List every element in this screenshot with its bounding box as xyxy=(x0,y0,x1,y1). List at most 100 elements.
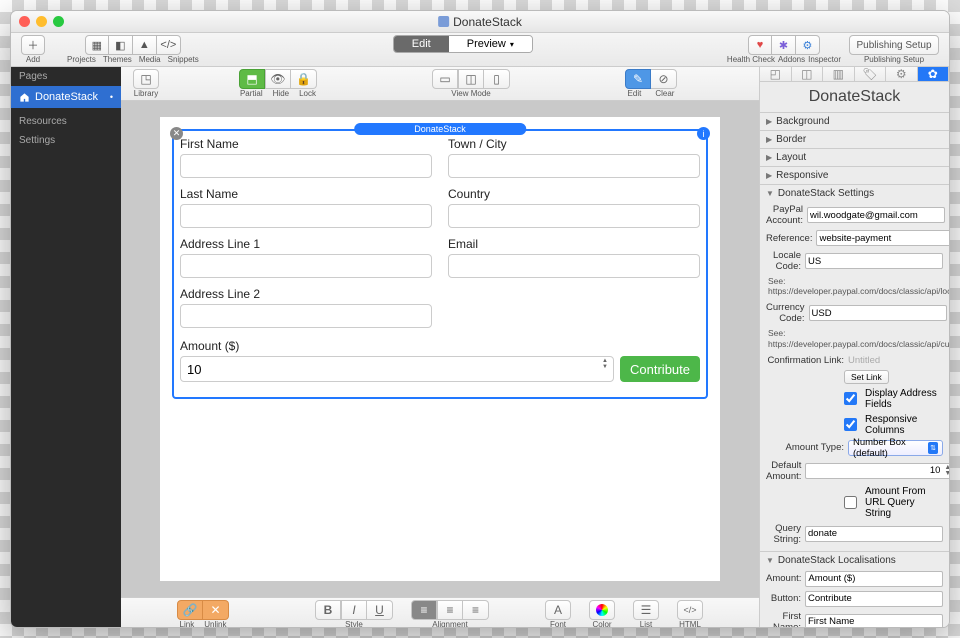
info-icon[interactable]: i xyxy=(697,127,710,140)
paypal-input[interactable] xyxy=(807,207,945,223)
font-button[interactable]: A xyxy=(545,600,571,620)
publishing-setup-button[interactable]: Publishing Setup xyxy=(849,35,939,55)
home-icon xyxy=(19,92,30,103)
edit-mode[interactable]: Edit xyxy=(394,36,449,52)
sidebar-settings[interactable]: Settings xyxy=(11,131,121,150)
loc-amount-input[interactable] xyxy=(805,571,943,587)
disclosure-icon: ▶ xyxy=(766,117,772,126)
amount-from-query-checkbox[interactable] xyxy=(844,496,857,509)
currency-input[interactable] xyxy=(809,305,947,321)
mode-segment[interactable]: Edit Preview▾ xyxy=(393,35,533,53)
zoom-window[interactable] xyxy=(53,16,64,27)
last-name-input[interactable] xyxy=(180,204,432,228)
align-center-button[interactable]: ≡ xyxy=(437,600,463,620)
email-label: Email xyxy=(448,237,478,251)
loc-button-label: Button: xyxy=(766,593,801,604)
align-right-button[interactable]: ≡ xyxy=(463,600,489,620)
color-button[interactable] xyxy=(589,600,615,620)
confirm-label: Confirmation Link: xyxy=(766,355,844,366)
section-border[interactable]: ▶Border xyxy=(760,130,949,148)
block-edit-button[interactable]: ✎ xyxy=(625,69,651,89)
sidebar-page-donatestack[interactable]: DonateStack • xyxy=(11,86,121,108)
window-title: DonateStack xyxy=(438,15,522,29)
projects-button[interactable]: ▦ xyxy=(85,35,109,55)
address1-input[interactable] xyxy=(180,254,432,278)
sidebar-resources[interactable]: Resources xyxy=(11,112,121,131)
sidebar-pages-header: Pages xyxy=(11,67,121,86)
partial-button[interactable]: ⬒ xyxy=(239,69,265,89)
inspector-tab-5[interactable]: ⚙ xyxy=(886,67,918,81)
inspector-button[interactable]: ⚙ xyxy=(796,35,820,55)
window-controls xyxy=(19,16,64,27)
preview-mode[interactable]: Preview▾ xyxy=(449,36,532,52)
inspector-tab-1[interactable]: ◰ xyxy=(760,67,792,81)
list-button[interactable]: ☰ xyxy=(633,600,659,620)
canvas[interactable]: ✕ DonateStack i First Name Last Name Add… xyxy=(121,101,759,597)
query-string-label: Query String: xyxy=(766,523,801,545)
address2-input[interactable] xyxy=(180,304,432,328)
country-input[interactable] xyxy=(448,204,700,228)
address1-label: Address Line 1 xyxy=(180,237,260,251)
close-icon[interactable]: ✕ xyxy=(170,127,183,140)
minimize-window[interactable] xyxy=(36,16,47,27)
confirm-placeholder: Untitled xyxy=(848,355,880,366)
viewmode-3[interactable]: ▯ xyxy=(484,69,510,89)
italic-button[interactable]: I xyxy=(341,600,367,620)
stepper-icon[interactable]: ▲▼ xyxy=(944,465,949,476)
lock-button[interactable]: 🔒 xyxy=(291,69,317,89)
loc-first-input[interactable] xyxy=(805,614,943,627)
hide-button[interactable]: 👁 xyxy=(265,69,291,89)
inspector-tab-6[interactable]: ✿ xyxy=(918,67,950,81)
contribute-button[interactable]: Contribute xyxy=(620,356,700,382)
section-layout[interactable]: ▶Layout xyxy=(760,148,949,166)
loc-button-input[interactable] xyxy=(805,591,943,607)
addons-button[interactable]: ✱ xyxy=(772,35,796,55)
set-link-button[interactable]: Set Link xyxy=(844,370,889,384)
viewmode-2[interactable]: ◫ xyxy=(458,69,484,89)
section-settings[interactable]: ▼DonateStack Settings xyxy=(760,184,949,202)
viewmode-1[interactable]: ▭ xyxy=(432,69,458,89)
town-label: Town / City xyxy=(448,137,507,151)
health-check-button[interactable]: ♥ xyxy=(748,35,772,55)
country-label: Country xyxy=(448,187,490,201)
responsive-columns-checkbox[interactable] xyxy=(844,418,857,431)
library-button[interactable]: ◳ xyxy=(133,69,159,89)
amount-stepper[interactable]: ▲▼ xyxy=(602,358,612,370)
amount-input[interactable] xyxy=(180,356,614,382)
loc-first-label: First Name: xyxy=(766,611,801,627)
section-localisations[interactable]: ▼DonateStack Localisations xyxy=(760,551,949,569)
link-button[interactable]: 🔗 xyxy=(177,600,203,620)
add-group: ＋ Add xyxy=(21,35,45,64)
underline-button[interactable]: U xyxy=(367,600,393,620)
block-title-handle[interactable]: DonateStack xyxy=(354,123,526,135)
html-button[interactable]: </> xyxy=(677,600,703,620)
media-button[interactable]: ▲ xyxy=(133,35,157,55)
amount-label: Amount ($) xyxy=(180,339,239,353)
locale-input[interactable] xyxy=(805,253,943,269)
add-button[interactable]: ＋ xyxy=(21,35,45,55)
first-name-input[interactable] xyxy=(180,154,432,178)
block-clear-button[interactable]: ⊘ xyxy=(651,69,677,89)
section-background[interactable]: ▶Background xyxy=(760,112,949,130)
disclosure-icon: ▼ xyxy=(766,556,774,565)
bold-button[interactable]: B xyxy=(315,600,341,620)
display-address-checkbox[interactable] xyxy=(844,392,857,405)
unlink-button[interactable]: ✕ xyxy=(203,600,229,620)
themes-button[interactable]: ◧ xyxy=(109,35,133,55)
query-string-input[interactable] xyxy=(805,526,943,542)
inspector-tab-3[interactable]: ▥ xyxy=(823,67,855,81)
inspector: ◰ ◫ ▥ 🏷 ⚙ ✿ DonateStack ▶Background ▶Bor… xyxy=(759,67,949,627)
snippets-button[interactable]: </> xyxy=(157,35,181,55)
inspector-tab-2[interactable]: ◫ xyxy=(792,67,824,81)
email-input[interactable] xyxy=(448,254,700,278)
town-input[interactable] xyxy=(448,154,700,178)
section-responsive[interactable]: ▶Responsive xyxy=(760,166,949,184)
close-window[interactable] xyxy=(19,16,30,27)
reference-input[interactable] xyxy=(816,230,949,246)
chevron-updown-icon: ⇅ xyxy=(928,442,938,454)
donatestack-block[interactable]: ✕ DonateStack i First Name Last Name Add… xyxy=(172,129,708,399)
inspector-tab-4[interactable]: 🏷 xyxy=(855,67,887,81)
amount-type-select[interactable]: Number Box (default)⇅ xyxy=(848,440,943,456)
align-left-button[interactable]: ≡ xyxy=(411,600,437,620)
default-amount-input[interactable] xyxy=(805,463,949,479)
